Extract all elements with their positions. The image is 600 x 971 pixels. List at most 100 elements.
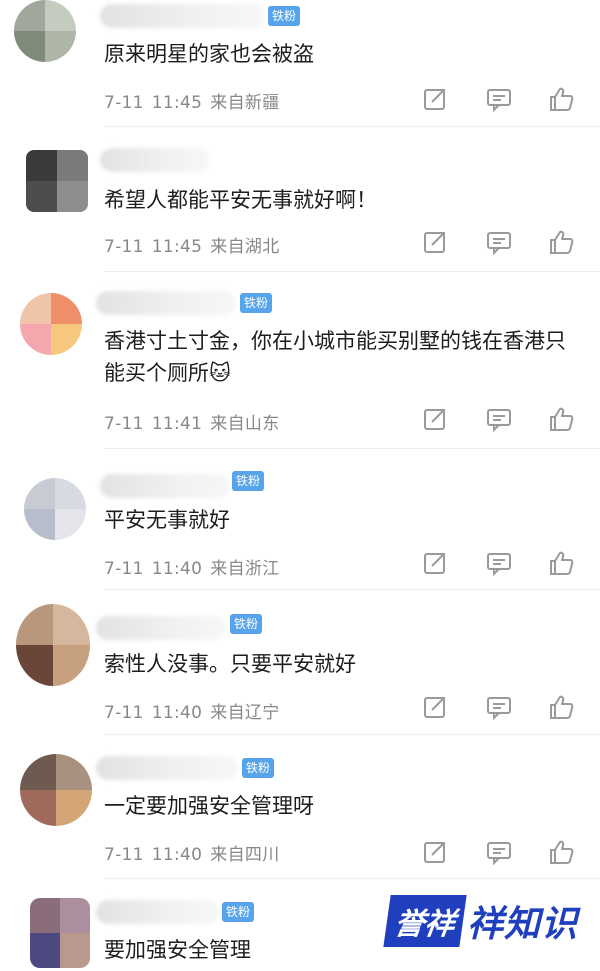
comment-date: 7-11	[104, 703, 144, 723]
avatar[interactable]	[16, 604, 90, 686]
comment-time: 11:45	[151, 93, 203, 113]
comment-icon[interactable]	[486, 406, 512, 433]
avatar-pixel	[51, 324, 82, 355]
comment-location: 来自辽宁	[210, 703, 280, 723]
avatar-pixel	[16, 604, 53, 645]
username-blurred[interactable]	[96, 616, 226, 640]
comment-icon[interactable]	[486, 550, 512, 577]
comment-location: 来自四川	[210, 845, 280, 865]
comment-icon[interactable]	[486, 839, 512, 866]
share-icon[interactable]	[422, 406, 448, 432]
comment-date: 7-11	[104, 414, 144, 434]
comment-location: 来自浙江	[210, 559, 280, 579]
avatar-pixel	[20, 790, 56, 826]
avatar-pixel	[30, 933, 60, 968]
comment-date: 7-11	[104, 237, 144, 257]
comment-icon[interactable]	[486, 86, 512, 113]
like-icon[interactable]	[548, 229, 574, 255]
avatar-pixel	[30, 898, 60, 933]
like-icon[interactable]	[548, 694, 574, 720]
avatar-pixel	[57, 181, 88, 212]
avatar-pixel	[20, 754, 56, 790]
comment-time: 11:40	[151, 559, 203, 579]
username-blurred[interactable]	[96, 900, 220, 924]
avatar-pixel	[51, 293, 82, 324]
fan-badge: 铁粉	[232, 471, 265, 491]
username-blurred[interactable]	[100, 148, 210, 172]
avatar-pixel	[14, 0, 45, 31]
comment-text: 香港寸土寸金，你在小城市能买别墅的钱在香港只能买个厕所🐱	[104, 329, 566, 385]
avatar-pixel	[60, 898, 90, 933]
comment-time: 11:40	[151, 703, 203, 723]
like-icon[interactable]	[548, 86, 574, 112]
avatar[interactable]	[20, 754, 92, 826]
username-blurred[interactable]	[96, 756, 238, 780]
comment-text: 平安无事就好	[104, 508, 230, 532]
fan-badge: 铁粉	[240, 293, 273, 313]
avatar-pixel	[53, 604, 90, 645]
comment-time: 11:41	[151, 414, 203, 434]
fan-badge: 铁粉	[222, 902, 255, 922]
divider	[104, 878, 600, 879]
comment-meta: 7-11 11:45 来自湖北	[104, 232, 288, 257]
watermark-logo: 誉祥 祥知识	[383, 886, 578, 956]
avatar-pixel	[26, 181, 57, 212]
comment-meta: 7-11 11:40 来自四川	[104, 840, 288, 865]
comment-icon[interactable]	[486, 229, 512, 256]
divider	[104, 448, 600, 449]
like-icon[interactable]	[548, 550, 574, 576]
avatar[interactable]	[26, 150, 88, 212]
avatar-pixel	[20, 324, 51, 355]
comment-location: 来自湖北	[210, 237, 280, 257]
watermark-text: 祥知识	[466, 904, 578, 945]
avatar-pixel	[56, 754, 92, 790]
share-icon[interactable]	[422, 694, 448, 720]
avatar-pixel	[14, 31, 45, 62]
username-blurred[interactable]	[100, 4, 265, 28]
comment-date: 7-11	[104, 559, 144, 579]
fan-badge: 铁粉	[268, 6, 301, 26]
avatar[interactable]	[24, 478, 86, 540]
share-icon[interactable]	[422, 550, 448, 576]
avatar[interactable]	[20, 293, 82, 355]
watermark-box: 誉祥	[383, 895, 467, 947]
divider	[104, 126, 600, 127]
comment-icon[interactable]	[486, 694, 512, 721]
divider	[104, 271, 600, 272]
comment-location: 来自新疆	[210, 93, 280, 113]
avatar-pixel	[60, 933, 90, 968]
comment-text: 一定要加强安全管理呀	[104, 794, 314, 818]
comment-location: 来自山东	[210, 414, 280, 434]
comment-text: 希望人都能平安无事就好啊！	[104, 188, 377, 212]
username-blurred[interactable]	[100, 474, 230, 498]
comment-time: 11:45	[151, 237, 203, 257]
comment-time: 11:40	[151, 845, 203, 865]
avatar-pixel	[55, 478, 86, 509]
avatar-pixel	[45, 31, 76, 62]
comment-meta: 7-11 11:40 来自辽宁	[104, 698, 288, 723]
avatar[interactable]	[14, 0, 76, 62]
avatar-pixel	[16, 645, 53, 686]
avatar-pixel	[24, 478, 55, 509]
divider	[104, 589, 600, 590]
avatar-pixel	[26, 150, 57, 181]
comment-date: 7-11	[104, 93, 144, 113]
avatar-pixel	[53, 645, 90, 686]
comment-meta: 7-11 11:41 来自山东	[104, 409, 288, 434]
comment-meta: 7-11 11:40 来自浙江	[104, 554, 288, 579]
username-blurred[interactable]	[96, 291, 236, 315]
like-icon[interactable]	[548, 406, 574, 432]
avatar-pixel	[55, 509, 86, 540]
avatar-pixel	[45, 0, 76, 31]
avatar-pixel	[56, 790, 92, 826]
fan-badge: 铁粉	[242, 758, 275, 778]
share-icon[interactable]	[422, 839, 448, 865]
avatar-pixel	[57, 150, 88, 181]
share-icon[interactable]	[422, 86, 448, 112]
divider	[104, 734, 600, 735]
avatar[interactable]	[30, 898, 90, 968]
comment-text: 原来明星的家也会被盗	[104, 42, 314, 66]
like-icon[interactable]	[548, 839, 574, 865]
comment-text: 索性人没事。只要平安就好	[104, 652, 356, 676]
share-icon[interactable]	[422, 229, 448, 255]
